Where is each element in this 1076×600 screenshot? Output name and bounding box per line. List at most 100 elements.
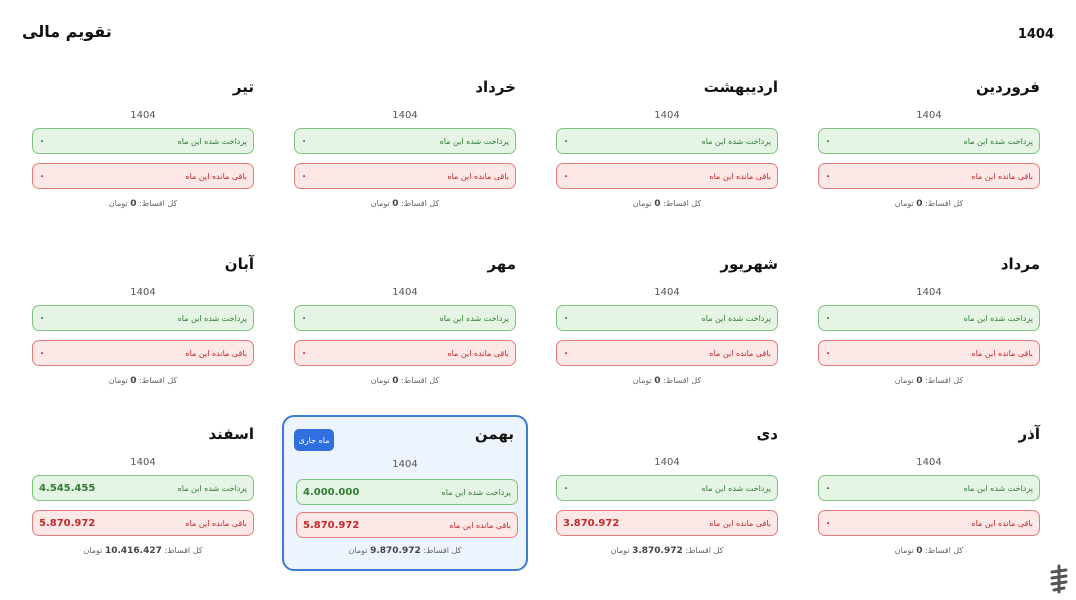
paid-row[interactable]: ۰ پرداخت شده این ماه [556,128,778,154]
paid-row[interactable]: ۰ پرداخت شده این ماه [32,128,254,154]
month-card[interactable]: اردیبهشت 1404 ۰ پرداخت شده این ماه ۰ باقی مان… [544,70,790,236]
remaining-row[interactable]: ۰ باقی مانده این ماه [294,340,516,366]
paid-row[interactable]: ۰ پرداخت شده این ماه [32,305,254,331]
remaining-row[interactable]: ۰ باقی مانده این ماه [556,340,778,366]
paid-row[interactable]: ۰ پرداخت شده این ماه [818,475,1040,501]
paid-row[interactable]: ۰ پرداخت شده این ماه [818,305,1040,331]
month-card[interactable]: شهریور 1404 ۰ پرداخت شده این ماه ۰ باقی مانده… [544,247,790,413]
paid-label: پرداخت شده این ماه [177,483,247,493]
month-card[interactable]: مهر 1404 ۰ پرداخت شده این ماه ۰ باقی مانده ای… [282,247,528,413]
month-grid: فروردین 1404 ۰ پرداخت شده این ماه ۰ باقی ماند… [20,70,1056,590]
month-card[interactable]: بهمن ماه جاری 1404 4.000.000 پرداخت شده این … [282,415,528,571]
total-prefix: کل اقساط: [663,376,702,385]
remaining-amount: ۰ [301,170,308,182]
remaining-label: باقی مانده این ماه [185,348,247,358]
card-year: 1404 [916,110,942,121]
remaining-label: باقی مانده این ماه [709,348,771,358]
remaining-amount: 5.870.972 [39,517,96,529]
month-name: دی [756,425,778,443]
paid-label: پرداخت شده این ماه [963,136,1033,146]
remaining-label: باقی مانده این ماه [447,348,509,358]
total-amount: 0 [916,546,923,556]
currency-label: تومان [894,376,914,385]
currency-label: تومان [108,199,128,208]
remaining-row[interactable]: ۰ باقی مانده این ماه [556,163,778,189]
card-year: 1404 [654,110,680,121]
paid-label: پرداخت شده این ماه [439,313,509,323]
month-card[interactable]: آبان 1404 ۰ پرداخت شده این ماه ۰ باقی مانده ا… [20,247,266,413]
paid-amount: ۰ [825,312,832,324]
remaining-label: باقی مانده این ماه [971,518,1033,528]
paid-label: پرداخت شده این ماه [963,483,1033,493]
total-installments: کل اقساط: 0 تومان [806,546,1052,556]
paid-row[interactable]: ۰ پرداخت شده این ماه [556,475,778,501]
paid-label: پرداخت شده این ماه [701,483,771,493]
remaining-row[interactable]: 5.870.972 باقی مانده این ماه [32,510,254,536]
remaining-amount: ۰ [825,347,832,359]
paid-label: پرداخت شده این ماه [701,313,771,323]
paid-row[interactable]: ۰ پرداخت شده این ماه [818,128,1040,154]
currency-label: تومان [894,199,914,208]
card-year: 1404 [916,287,942,298]
current-month-badge[interactable]: ماه جاری [294,429,334,451]
total-installments: کل اقساط: 3.870.972 تومان [544,546,790,556]
paid-row[interactable]: 4.545.455 پرداخت شده این ماه [32,475,254,501]
year-selector[interactable]: 1404 [1018,27,1054,42]
paid-label: پرداخت شده این ماه [441,487,511,497]
month-name: آبان [224,255,254,273]
total-amount: 0 [654,376,661,386]
paid-label: پرداخت شده این ماه [177,136,247,146]
total-prefix: کل اقساط: [164,546,203,555]
card-year: 1404 [654,287,680,298]
month-card[interactable]: تیر 1404 ۰ پرداخت شده این ماه ۰ باقی مانده ای… [20,70,266,236]
total-installments: کل اقساط: 0 تومان [20,376,266,386]
total-amount: 0 [916,199,923,209]
currency-label: تومان [894,546,914,555]
remaining-row[interactable]: ۰ باقی مانده این ماه [32,340,254,366]
paid-row[interactable]: ۰ پرداخت شده این ماه [556,305,778,331]
total-installments: کل اقساط: 0 تومان [20,199,266,209]
total-amount: 0 [654,199,661,209]
month-card[interactable]: مرداد 1404 ۰ پرداخت شده این ماه ۰ باقی مانده … [806,247,1052,413]
total-installments: کل اقساط: 0 تومان [544,376,790,386]
remaining-amount: 3.870.972 [563,517,620,529]
paid-row[interactable]: 4.000.000 پرداخت شده این ماه [296,479,518,505]
paid-amount: ۰ [563,482,570,494]
total-prefix: کل اقساط: [401,199,440,208]
total-prefix: کل اقساط: [925,376,964,385]
paid-amount: ۰ [563,135,570,147]
remaining-amount: ۰ [39,347,46,359]
remaining-row[interactable]: 3.870.972 باقی مانده این ماه [556,510,778,536]
paid-row[interactable]: ۰ پرداخت شده این ماه [294,305,516,331]
card-year: 1404 [130,110,156,121]
currency-label: تومان [632,376,652,385]
total-amount: 0 [392,199,399,209]
month-card[interactable]: خرداد 1404 ۰ پرداخت شده این ماه ۰ باقی مانده … [282,70,528,236]
remaining-row[interactable]: ۰ باقی مانده این ماه [32,163,254,189]
card-year: 1404 [392,110,418,121]
total-amount: 0 [130,376,137,386]
month-card[interactable]: اسفند 1404 4.545.455 پرداخت شده این ماه 5.87… [20,417,266,583]
total-amount: 0 [392,376,399,386]
remaining-row[interactable]: ۰ باقی مانده این ماه [294,163,516,189]
remaining-amount: ۰ [563,170,570,182]
remaining-row[interactable]: 5.870.972 باقی مانده این ماه [296,512,518,538]
paid-amount: ۰ [825,135,832,147]
paid-amount: ۰ [39,312,46,324]
paid-label: پرداخت شده این ماه [439,136,509,146]
total-installments: کل اقساط: 0 تومان [544,199,790,209]
remaining-row[interactable]: ۰ باقی مانده این ماه [818,340,1040,366]
remaining-label: باقی مانده این ماه [185,171,247,181]
remaining-label: باقی مانده این ماه [709,518,771,528]
month-card[interactable]: فروردین 1404 ۰ پرداخت شده این ماه ۰ باقی ماند… [806,70,1052,236]
month-card[interactable]: دی 1404 ۰ پرداخت شده این ماه 3.870.972 باقی م… [544,417,790,583]
total-installments: کل اقساط: 10.416.427 تومان [20,546,266,556]
remaining-row[interactable]: ۰ باقی مانده این ماه [818,163,1040,189]
total-amount: 3.870.972 [632,546,683,556]
month-name: تیر [232,78,254,96]
paid-label: پرداخت شده این ماه [701,136,771,146]
paid-row[interactable]: ۰ پرداخت شده این ماه [294,128,516,154]
month-card[interactable]: آذر 1404 ۰ پرداخت شده این ماه ۰ باقی مانده ای… [806,417,1052,583]
paid-label: پرداخت شده این ماه [177,313,247,323]
remaining-row[interactable]: ۰ باقی مانده این ماه [818,510,1040,536]
